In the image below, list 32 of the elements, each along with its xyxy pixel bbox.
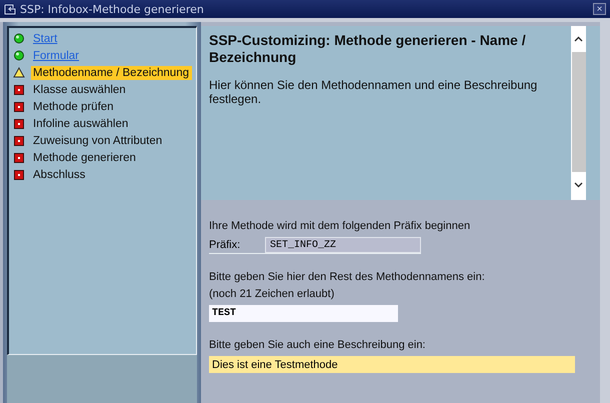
window-icon	[4, 4, 16, 14]
name-hint: (noch 21 Zeichen erlaubt)	[209, 288, 336, 300]
step-link[interactable]: Methode generieren	[31, 150, 192, 164]
name-field[interactable]: TEST	[209, 305, 398, 322]
scroll-bar[interactable]	[571, 26, 586, 200]
scroll-down-icon[interactable]	[574, 182, 583, 188]
description-field[interactable]: Dies ist eine Testmethode	[209, 356, 575, 373]
window-title: SSP: Infobox-Methode generieren	[20, 2, 205, 16]
circle-icon	[13, 33, 25, 44]
square-icon	[13, 84, 25, 94]
description-prompt: Bitte geben Sie auch eine Beschreibung ein:	[209, 339, 426, 351]
info-heading: SSP-Customizing: Methode generieren - Name / Bezeichnung	[209, 32, 527, 66]
close-button[interactable]: ×	[593, 3, 606, 15]
square-icon	[13, 118, 25, 128]
prefix-intro: Ihre Methode wird mit dem folgenden Präfix beginnen	[209, 220, 472, 232]
square-icon	[13, 152, 25, 162]
prefix-label: Präfix:	[209, 239, 242, 251]
square-icon	[13, 136, 25, 146]
step-link[interactable]: Abschluss	[31, 168, 192, 182]
info-text: Hier können Sie den Methodennamen und eine Beschreibung festlegen.	[209, 78, 538, 106]
square-icon	[13, 170, 25, 180]
scroll-up-icon[interactable]	[574, 36, 583, 42]
prefix-field[interactable]: SET_INFO_ZZ	[265, 237, 421, 253]
step-link[interactable]: Klasse auswählen	[31, 82, 192, 96]
square-icon	[13, 102, 25, 112]
step-link[interactable]: Methodenname / Bezeichnung	[31, 66, 192, 80]
step-link[interactable]: Infoline auswählen	[31, 116, 192, 130]
step-link[interactable]: Zuweisung von Attributen	[31, 134, 192, 148]
step-link[interactable]: Methode prüfen	[31, 100, 192, 114]
warning-triangle-icon	[13, 67, 25, 78]
circle-icon	[13, 50, 25, 61]
name-prompt: Bitte geben Sie hier den Rest des Methodennamens ein:	[209, 271, 486, 283]
